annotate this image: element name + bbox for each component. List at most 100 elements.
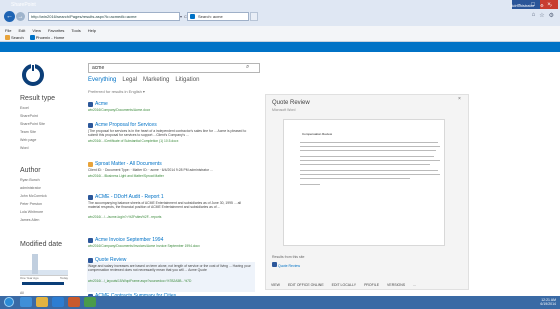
refiner-item[interactable]: Ryan Bunch	[20, 178, 40, 182]
browser-tools: ⌂ ☆ ⚙	[532, 12, 554, 19]
refiner-item[interactable]: SharePoint	[20, 114, 38, 118]
new-tab-button[interactable]	[250, 12, 258, 21]
action-versions[interactable]: VERSIONS	[387, 283, 405, 287]
word-taskbar-icon[interactable]	[52, 297, 64, 307]
menu-help[interactable]: Help	[88, 28, 96, 33]
ie-taskbar-icon[interactable]	[20, 297, 32, 307]
result-title-text: Acme Invoice September 1994	[95, 237, 164, 243]
refiner-item[interactable]: Lola Whitmore	[20, 210, 43, 214]
tab-everything[interactable]: Everything	[88, 77, 116, 83]
document-text-line	[300, 156, 434, 157]
suite-title[interactable]: SharePoint	[11, 2, 36, 8]
favorite-icon	[29, 35, 35, 41]
action-edit-online[interactable]: EDIT OFFICE ONLINE	[288, 283, 324, 287]
document-heading: Compensation Review	[302, 132, 333, 136]
user-menu[interactable]: Administrator	[511, 3, 535, 8]
favorite-search[interactable]: Search	[5, 35, 24, 41]
document-text-line	[300, 142, 438, 143]
hover-panel-link-text: Quote Review	[277, 264, 300, 268]
arrow-left-icon: ←	[6, 13, 13, 20]
refiner-item[interactable]: Team Site	[20, 130, 36, 134]
start-button[interactable]	[4, 297, 14, 307]
tab-label: Search: acme	[198, 14, 223, 19]
word-doc-icon	[88, 122, 93, 128]
sharepoint-favicon-icon	[190, 14, 195, 19]
gear-icon[interactable]: ⚙	[540, 3, 544, 8]
result-title-text: Acme	[95, 101, 108, 107]
star-icon[interactable]: ☆	[539, 12, 544, 19]
gear-icon[interactable]: ⚙	[549, 12, 554, 19]
result-url: win2016/.../Certificate of Substantial C…	[88, 139, 179, 143]
browser-tab[interactable]: Search: acme	[187, 12, 249, 21]
result-title[interactable]: Acme	[88, 101, 108, 107]
action-edit-locally[interactable]: EDIT LOCALLY	[332, 283, 356, 287]
word-doc-icon	[272, 262, 277, 267]
refiner-item[interactable]: John McCormick	[20, 194, 47, 198]
refiner-item[interactable]: James Allen	[20, 218, 39, 222]
suite-bar	[0, 42, 560, 52]
hover-panel-actions: VIEW EDIT OFFICE ONLINE EDIT LOCALLY PRO…	[266, 283, 468, 287]
word-doc-icon	[88, 194, 93, 200]
result-title[interactable]: ACME - DDoH Audit - Report 1	[88, 194, 164, 200]
dropdown-icon[interactable]: ▾	[180, 14, 182, 19]
refiner-item[interactable]: SharePoint Site	[20, 122, 45, 126]
slider-all-label[interactable]: All	[20, 291, 24, 295]
result-title[interactable]: Quote Review	[88, 257, 126, 263]
hover-panel-link[interactable]: Quote Review	[272, 262, 300, 268]
logo-mark	[31, 64, 35, 72]
menu-file[interactable]: File	[5, 28, 11, 33]
menu-tools[interactable]: Tools	[71, 28, 80, 33]
address-bar[interactable]: http://win2016/search/Pages/results.aspx…	[28, 12, 180, 21]
result-title[interactable]: Acme Invoice September 1994	[88, 237, 163, 243]
close-icon[interactable]: ×	[458, 96, 461, 102]
tab-litigation[interactable]: Litigation	[175, 77, 199, 83]
language-preference[interactable]: Preferred for results in English ▾	[88, 89, 145, 94]
action-view[interactable]: VIEW	[271, 283, 280, 287]
result-description: Wage and salary increases are based on t…	[88, 264, 251, 273]
refiner-item[interactable]: Word	[20, 146, 29, 150]
refiner-item[interactable]: Peter Preston	[20, 202, 42, 206]
forward-button[interactable]: →	[16, 12, 25, 21]
slider-labels: One Year Ago Today	[20, 276, 68, 280]
search-icon[interactable]: ⌕	[246, 64, 249, 71]
histogram-bar	[32, 254, 38, 274]
search-input[interactable]: acme	[88, 63, 260, 73]
result-title[interactable]: Acme Proposal for Services	[88, 122, 157, 128]
hover-panel-subtitle: Microsoft Word	[272, 108, 296, 112]
document-text-line	[300, 150, 436, 151]
word-doc-icon	[88, 101, 93, 107]
document-text-line	[300, 170, 438, 171]
action-more[interactable]: ...	[413, 283, 416, 287]
action-profile[interactable]: PROFILE	[364, 283, 379, 287]
favorite-phoenix-home[interactable]: Phoenix - Home	[29, 35, 64, 41]
tab-legal[interactable]: Legal	[122, 77, 137, 83]
result-url: win2016/Company/Documents/Invoices/Acme …	[88, 244, 200, 248]
menu-edit[interactable]: Edit	[18, 28, 25, 33]
document-text-line	[300, 178, 410, 179]
back-button[interactable]: ←	[4, 11, 15, 22]
document-preview[interactable]	[283, 119, 445, 246]
question-icon[interactable]: ?	[550, 3, 552, 8]
result-description: (The proposal for services is in the hea…	[88, 129, 247, 138]
refiner-item[interactable]: Excel	[20, 106, 29, 110]
document-text-line	[300, 164, 430, 165]
explorer-taskbar-icon[interactable]	[36, 297, 48, 307]
result-title-text: Quote Review	[95, 257, 127, 263]
tab-marketing[interactable]: Marketing	[143, 77, 169, 83]
powerpoint-taskbar-icon[interactable]	[68, 297, 80, 307]
home-icon[interactable]: ⌂	[532, 12, 536, 19]
document-text-line	[300, 184, 320, 185]
date-slider[interactable]	[22, 282, 64, 285]
document-text-line	[300, 160, 440, 161]
menu-view[interactable]: View	[32, 28, 41, 33]
result-title[interactable]: Sproat Matter - All Documents	[88, 161, 162, 167]
system-tray[interactable]: 12:21 AM 6/19/2014	[540, 298, 556, 306]
menu-favorites[interactable]: Favorites	[48, 28, 64, 33]
refiner-item[interactable]: Web page	[20, 138, 36, 142]
result-url: win2016/.../Business Light and Matter/Sp…	[88, 174, 164, 178]
search-verticals: Everything Legal Marketing Litigation	[88, 77, 199, 83]
result-description: Client ID: · Document Type: · Matter ID:…	[88, 168, 213, 172]
excel-taskbar-icon[interactable]	[84, 297, 96, 307]
refiner-item[interactable]: administrator	[20, 186, 41, 190]
word-doc-icon	[88, 237, 93, 243]
